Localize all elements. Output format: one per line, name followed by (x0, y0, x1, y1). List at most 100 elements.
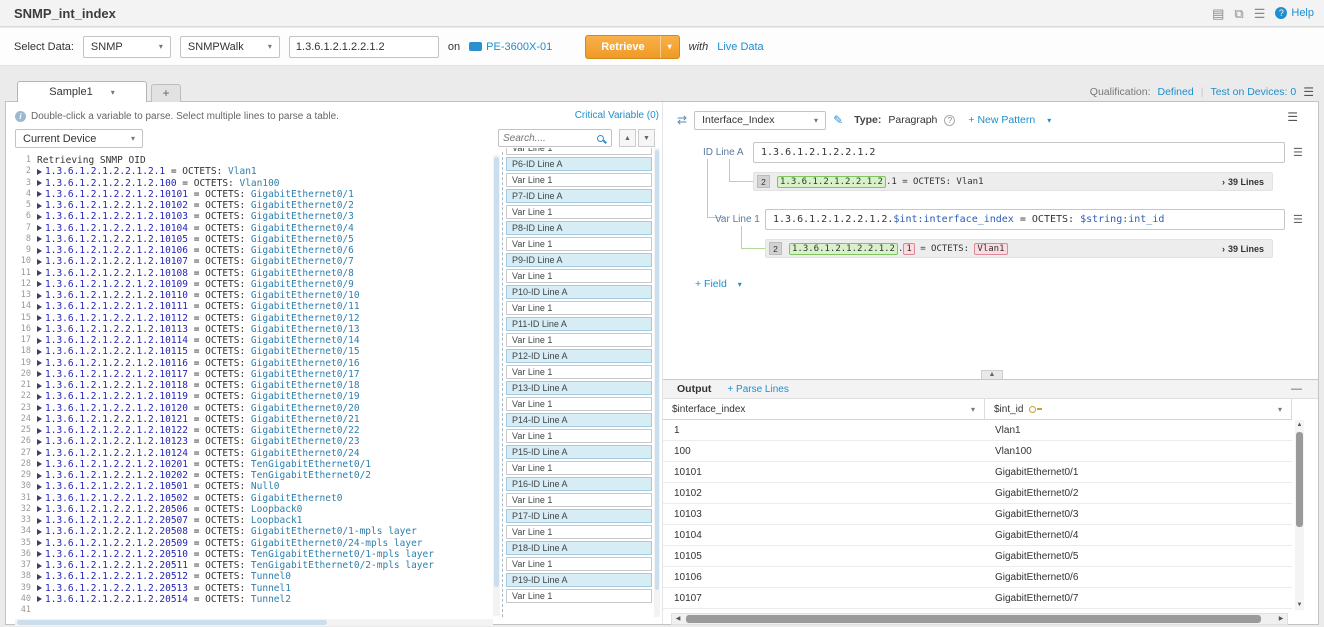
qualification-value-link[interactable]: Defined (1158, 86, 1194, 98)
output-vertical-scrollbar[interactable]: ▲ ▼ (1295, 420, 1304, 610)
code-line[interactable]: 51.3.6.1.2.1.2.2.1.2.10102 = OCTETS: Gig… (15, 200, 493, 211)
code-line[interactable]: 101.3.6.1.2.1.2.2.1.2.10107 = OCTETS: Gi… (15, 256, 493, 267)
pattern-strip-item[interactable]: Var Line 1 (506, 493, 652, 507)
code-line[interactable]: 361.3.6.1.2.1.2.2.1.2.20510 = OCTETS: Te… (15, 549, 493, 560)
code-line[interactable]: 41.3.6.1.2.1.2.2.1.2.10101 = OCTETS: Gig… (15, 189, 493, 200)
add-field-link[interactable]: + Field ▾ (695, 278, 742, 290)
pattern-strip-item[interactable]: P12-ID Line A (506, 349, 652, 363)
pattern-strip-item[interactable]: P9-ID Line A (506, 253, 652, 267)
device-link[interactable]: PE-3600X-01 (469, 41, 552, 53)
output-horizontal-scrollbar[interactable]: ◀ ▶ (671, 613, 1288, 625)
pattern-strip-item[interactable]: P11-ID Line A (506, 317, 652, 331)
pattern-strip-item[interactable]: P16-ID Line A (506, 477, 652, 491)
retrieve-button[interactable]: Retrieve ▾ (585, 35, 679, 59)
code-line[interactable]: 141.3.6.1.2.1.2.2.1.2.10111 = OCTETS: Gi… (15, 301, 493, 312)
code-line[interactable]: 181.3.6.1.2.1.2.2.1.2.10115 = OCTETS: Gi… (15, 346, 493, 357)
scrollbar-thumb[interactable] (1296, 432, 1303, 527)
code-line[interactable]: 331.3.6.1.2.1.2.2.1.2.20507 = OCTETS: Lo… (15, 515, 493, 526)
method-select[interactable]: SNMPWalk▾ (180, 36, 280, 58)
code-line[interactable]: 391.3.6.1.2.1.2.2.1.2.20513 = OCTETS: Tu… (15, 583, 493, 594)
pattern-strip-item[interactable]: P14-ID Line A (506, 413, 652, 427)
id-line-pattern-input[interactable]: 1.3.6.1.2.1.2.2.1.2 (753, 142, 1285, 163)
pattern-strip-item[interactable]: Var Line 1 (506, 173, 652, 187)
code-line[interactable]: 161.3.6.1.2.1.2.2.1.2.10113 = OCTETS: Gi… (15, 324, 493, 335)
pattern-strip-item[interactable]: Var Line 1 (506, 333, 652, 347)
search-icon[interactable] (597, 135, 604, 142)
edit-variable-icon[interactable]: ✎ (833, 113, 843, 127)
code-line[interactable]: 81.3.6.1.2.1.2.2.1.2.10105 = OCTETS: Gig… (15, 234, 493, 245)
code-line[interactable]: 71.3.6.1.2.1.2.2.1.2.10104 = OCTETS: Gig… (15, 223, 493, 234)
search-input[interactable] (499, 131, 597, 145)
device-scope-select[interactable]: Current Device▾ (15, 129, 143, 148)
code-line[interactable]: 371.3.6.1.2.1.2.2.1.2.20511 = OCTETS: Te… (15, 560, 493, 571)
code-line[interactable]: 401.3.6.1.2.1.2.2.1.2.20514 = OCTETS: Tu… (15, 594, 493, 605)
scrollbar-thumb[interactable] (655, 150, 659, 590)
output-column-select-int-id[interactable]: $int_id ▾ (985, 399, 1292, 419)
pattern-strip-item[interactable]: Var Line 1 (506, 237, 652, 251)
pattern-strip-item[interactable]: Var Line 1 (506, 589, 652, 603)
scrollbar-thumb[interactable] (494, 157, 499, 587)
code-line[interactable]: 61.3.6.1.2.1.2.2.1.2.10103 = OCTETS: Gig… (15, 211, 493, 222)
pattern-strip-item[interactable]: Var Line 1 (506, 429, 652, 443)
code-line[interactable]: 201.3.6.1.2.1.2.2.1.2.10117 = OCTETS: Gi… (15, 369, 493, 380)
pattern-strip-item[interactable]: Var Line 1 (506, 148, 652, 155)
test-on-devices-link[interactable]: Test on Devices: 0 (1210, 86, 1296, 98)
var-line-pattern-input[interactable]: 1.3.6.1.2.1.2.2.1.2.$int:interface_index… (765, 209, 1285, 230)
code-line[interactable]: 381.3.6.1.2.1.2.2.1.2.20512 = OCTETS: Tu… (15, 571, 493, 582)
id-line-menu-icon[interactable]: ☰ (1293, 146, 1303, 159)
pattern-strip-item[interactable]: P15-ID Line A (506, 445, 652, 459)
code-line[interactable]: 281.3.6.1.2.1.2.2.1.2.10201 = OCTETS: Te… (15, 459, 493, 470)
var-line-match-preview[interactable]: 2 1.3.6.1.2.1.2.2.1.2.1 = OCTETS: Vlan1 … (765, 239, 1273, 258)
oid-input[interactable] (289, 36, 439, 58)
code-line[interactable]: 311.3.6.1.2.1.2.2.1.2.10502 = OCTETS: Gi… (15, 493, 493, 504)
code-line[interactable]: 191.3.6.1.2.1.2.2.1.2.10116 = OCTETS: Gi… (15, 358, 493, 369)
id-lines-count-link[interactable]: ›39 Lines (1222, 177, 1264, 187)
code-line[interactable]: 41 (15, 605, 493, 616)
code-line[interactable]: 261.3.6.1.2.1.2.2.1.2.10123 = OCTETS: Gi… (15, 436, 493, 447)
code-line[interactable]: 171.3.6.1.2.1.2.2.1.2.10114 = OCTETS: Gi… (15, 335, 493, 346)
parse-lines-link[interactable]: + Parse Lines (727, 384, 788, 395)
code-vertical-scrollbar[interactable] (493, 155, 500, 616)
new-pattern-link[interactable]: + New Pattern ▾ (968, 114, 1051, 126)
protocol-select[interactable]: SNMP▾ (83, 36, 171, 58)
pattern-strip-item[interactable]: P17-ID Line A (506, 509, 652, 523)
code-line[interactable]: 211.3.6.1.2.1.2.2.1.2.10118 = OCTETS: Gi… (15, 380, 493, 391)
pattern-strip-item[interactable]: Var Line 1 (506, 301, 652, 315)
pattern-menu-icon[interactable]: ☰ (1287, 110, 1298, 124)
scrollbar-thumb[interactable] (17, 620, 327, 625)
tab-menu-icon[interactable]: ☰ (1303, 85, 1314, 99)
code-line[interactable]: 351.3.6.1.2.1.2.2.1.2.20509 = OCTETS: Gi… (15, 538, 493, 549)
scroll-down-icon[interactable]: ▼ (1295, 600, 1304, 610)
pattern-strip-item[interactable]: P13-ID Line A (506, 381, 652, 395)
live-data-link[interactable]: Live Data (717, 41, 763, 53)
code-line[interactable]: 321.3.6.1.2.1.2.2.1.2.20506 = OCTETS: Lo… (15, 504, 493, 515)
scroll-right-icon[interactable]: ▶ (1275, 614, 1287, 624)
code-line[interactable]: 121.3.6.1.2.1.2.2.1.2.10109 = OCTETS: Gi… (15, 279, 493, 290)
code-line[interactable]: 1Retrieving SNMP OID (15, 155, 493, 166)
code-line[interactable]: 291.3.6.1.2.1.2.2.1.2.10202 = OCTETS: Te… (15, 470, 493, 481)
pattern-strip-item[interactable]: P18-ID Line A (506, 541, 652, 555)
code-line[interactable]: 131.3.6.1.2.1.2.2.1.2.10110 = OCTETS: Gi… (15, 290, 493, 301)
search-prev-button[interactable]: ▲ (619, 129, 636, 147)
code-line[interactable]: 271.3.6.1.2.1.2.2.1.2.10124 = OCTETS: Gi… (15, 448, 493, 459)
pattern-strip-item[interactable]: P8-ID Line A (506, 221, 652, 235)
pattern-strip-item[interactable]: Var Line 1 (506, 397, 652, 411)
tab-sample1[interactable]: Sample1 ▾ (17, 81, 147, 102)
code-line[interactable]: 111.3.6.1.2.1.2.2.1.2.10108 = OCTETS: Gi… (15, 268, 493, 279)
code-line[interactable]: 151.3.6.1.2.1.2.2.1.2.10112 = OCTETS: Gi… (15, 313, 493, 324)
tab-add[interactable]: + (151, 84, 181, 102)
code-horizontal-scrollbar[interactable] (15, 619, 493, 626)
code-line[interactable]: 221.3.6.1.2.1.2.2.1.2.10119 = OCTETS: Gi… (15, 391, 493, 402)
pattern-strip-item[interactable]: Var Line 1 (506, 525, 652, 539)
help-link[interactable]: ? Help (1275, 7, 1314, 19)
code-line[interactable]: 251.3.6.1.2.1.2.2.1.2.10122 = OCTETS: Gi… (15, 425, 493, 436)
variable-select[interactable]: Interface_Index▾ (694, 111, 826, 130)
pattern-strip-item[interactable]: Var Line 1 (506, 269, 652, 283)
pattern-strip-item[interactable]: P6-ID Line A (506, 157, 652, 171)
output-collapse-handle[interactable]: ▲ (981, 370, 1003, 379)
code-line[interactable]: 341.3.6.1.2.1.2.2.1.2.20508 = OCTETS: Gi… (15, 526, 493, 537)
list-icon[interactable]: ☰ (1254, 7, 1266, 20)
pattern-strip-item[interactable]: Var Line 1 (506, 205, 652, 219)
retrieve-dropdown-arrow[interactable]: ▾ (660, 36, 679, 58)
pattern-strip-item[interactable]: Var Line 1 (506, 557, 652, 571)
